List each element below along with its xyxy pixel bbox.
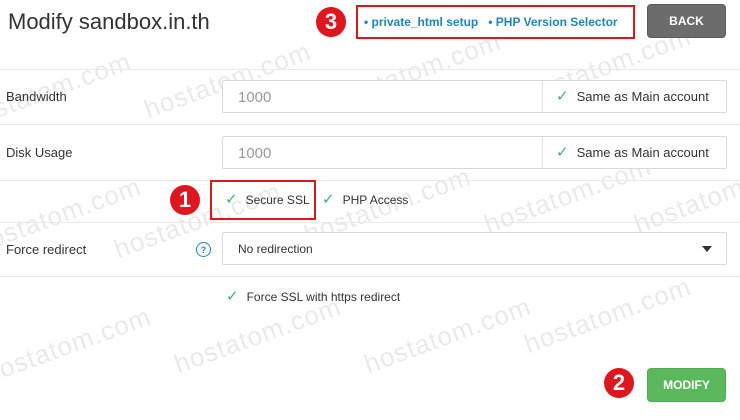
disk-usage-same-as-main-checkbox[interactable]: ✓ Same as Main account [556, 145, 709, 160]
bandwidth-label: Bandwidth [6, 89, 67, 104]
watermark: hostatom.com [359, 290, 535, 380]
field-divider [542, 137, 543, 168]
check-icon: ✓ [556, 144, 569, 161]
php-access-checkbox[interactable]: ✓ PHP Access [322, 192, 408, 207]
modify-button[interactable]: MODIFY [647, 368, 726, 402]
header-links-highlight: • private_html setup • PHP Version Selec… [356, 5, 635, 39]
watermark: hostatom.com [0, 300, 155, 390]
check-icon: ✓ [225, 191, 238, 208]
force-redirect-select[interactable]: No redirection [222, 232, 727, 265]
bandwidth-value: 1000 [238, 89, 272, 106]
force-redirect-label: Force redirect [6, 242, 87, 257]
watermark: hostatom.com [519, 270, 695, 360]
watermark-layer: hostatom.com hostatom.com hostatom.com h… [0, 0, 740, 420]
private-html-setup-link[interactable]: • private_html setup [364, 15, 478, 29]
bandwidth-same-as-main-checkbox[interactable]: ✓ Same as Main account [556, 89, 709, 104]
same-as-main-label: Same as Main account [576, 89, 709, 104]
disk-usage-label: Disk Usage [6, 145, 73, 160]
help-circle-icon[interactable]: ? [196, 242, 211, 257]
annotation-marker-1: 1 [170, 185, 200, 215]
disk-usage-value: 1000 [238, 145, 272, 162]
check-icon: ✓ [556, 88, 569, 105]
caret-down-icon [702, 246, 712, 252]
divider [0, 276, 740, 277]
php-version-selector-link[interactable]: • PHP Version Selector [488, 15, 617, 29]
force-ssl-checkbox[interactable]: ✓ Force SSL with https redirect [226, 289, 400, 304]
same-as-main-label: Same as Main account [576, 145, 709, 160]
back-button[interactable]: BACK [647, 4, 726, 38]
divider [0, 222, 740, 223]
annotation-marker-3: 3 [316, 7, 346, 37]
field-divider [542, 81, 543, 112]
secure-ssl-label: Secure SSL [245, 192, 310, 207]
force-ssl-label: Force SSL with https redirect [246, 289, 401, 304]
watermark: hostatom.com [169, 290, 345, 380]
page-title: Modify sandbox.in.th [8, 9, 210, 34]
divider [0, 124, 740, 125]
php-access-label: PHP Access [342, 192, 409, 207]
disk-usage-field[interactable]: 1000 ✓ Same as Main account [222, 136, 727, 169]
divider [0, 69, 740, 70]
bandwidth-field[interactable]: 1000 ✓ Same as Main account [222, 80, 727, 113]
check-icon: ✓ [322, 191, 335, 208]
check-icon: ✓ [226, 288, 239, 305]
force-redirect-selected: No redirection [238, 242, 313, 256]
secure-ssl-checkbox[interactable]: ✓ Secure SSL [225, 192, 310, 207]
divider [0, 180, 740, 181]
annotation-marker-2: 2 [604, 368, 634, 398]
